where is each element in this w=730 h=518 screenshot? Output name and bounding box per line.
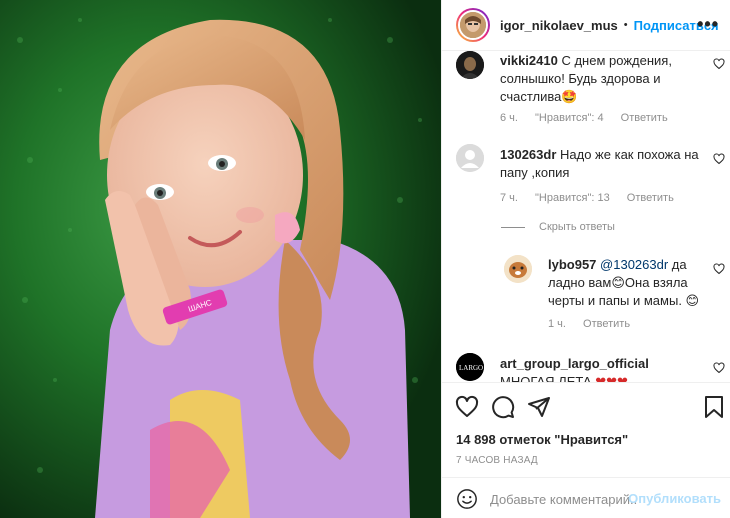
- comments-list: vikki2410 С днем рождения, солнышко! Буд…: [442, 51, 730, 382]
- smile-emoji-icon: 😊: [611, 275, 625, 290]
- comment-text: МНОГАЯ ЛЕТА: [500, 374, 592, 382]
- post-timestamp[interactable]: 7 ЧАСОВ НАЗАД: [456, 455, 538, 466]
- comment-item: 130263dr Надо же как похожа на папу ,коп…: [442, 144, 730, 224]
- like-comment-icon[interactable]: [713, 263, 725, 275]
- reply-button[interactable]: Ответить: [621, 112, 668, 124]
- post-actions-bar: [442, 382, 730, 430]
- save-bookmark-icon[interactable]: [702, 395, 726, 419]
- author-username[interactable]: igor_nikolaev_mus: [500, 18, 618, 33]
- comment-item: vikki2410 С днем рождения, солнышко! Буд…: [442, 51, 730, 131]
- post-comment-button[interactable]: Опубликовать: [628, 491, 721, 506]
- author-avatar[interactable]: [456, 8, 490, 42]
- girl-photo-illustration: ШАНС: [0, 0, 441, 518]
- comment-username[interactable]: vikki2410: [500, 53, 558, 68]
- like-comment-icon[interactable]: [713, 153, 725, 165]
- comment-time: 1 ч.: [548, 318, 566, 330]
- comment-time: 7 ч.: [500, 192, 518, 204]
- replies-divider: [501, 226, 525, 228]
- like-heart-icon[interactable]: [455, 395, 479, 419]
- like-comment-icon[interactable]: [713, 58, 725, 70]
- post-header: igor_nikolaev_mus • Подписаться •••: [442, 0, 730, 51]
- author-avatar-image: [460, 12, 486, 38]
- comment-mention[interactable]: @130263dr: [600, 257, 668, 272]
- comment-likes[interactable]: "Нравится": 13: [535, 192, 610, 204]
- reply-item: lybo957 @130263dr да ладно вам😊Она взяла…: [442, 255, 730, 335]
- hide-replies-label: Скрыть ответы: [539, 221, 615, 233]
- add-comment-bar: Опубликовать: [442, 477, 730, 518]
- emoji-picker-icon[interactable]: [456, 488, 478, 510]
- commenter-avatar-image: [504, 255, 532, 283]
- likes-count[interactable]: 14 898 отметок "Нравится": [456, 432, 628, 447]
- post-details-panel: igor_nikolaev_mus • Подписаться ••• vikk…: [441, 0, 730, 518]
- commenter-avatar-image: [456, 51, 484, 79]
- commenter-avatar[interactable]: [456, 51, 484, 79]
- comment-bubble-icon[interactable]: [491, 395, 515, 419]
- largo-logo-icon: LARGO: [456, 353, 484, 381]
- comment-username[interactable]: 130263dr: [500, 147, 556, 162]
- svg-text:LARGO: LARGO: [459, 364, 483, 372]
- reply-button[interactable]: Ответить: [627, 192, 674, 204]
- heart-emoji-icon: ❤❤❤: [595, 374, 628, 382]
- comment-item: LARGO art_group_largo_official МНОГАЯ ЛЕ…: [442, 353, 730, 382]
- share-send-icon[interactable]: [527, 395, 551, 419]
- commenter-avatar[interactable]: [456, 144, 484, 172]
- reply-button[interactable]: Ответить: [583, 318, 630, 330]
- smile-emoji-icon: 😊: [685, 293, 700, 308]
- post-photo[interactable]: ШАНС: [0, 0, 441, 518]
- comment-likes[interactable]: "Нравится": 4: [535, 112, 604, 124]
- more-options-icon[interactable]: •••: [697, 14, 719, 35]
- commenter-avatar[interactable]: LARGO: [456, 353, 484, 381]
- commenter-avatar[interactable]: [504, 255, 532, 283]
- like-comment-icon[interactable]: [713, 362, 725, 374]
- comment-username[interactable]: lybo957: [548, 257, 596, 272]
- default-avatar-icon: [456, 144, 484, 172]
- hide-replies-button[interactable]: Скрыть ответы: [501, 221, 615, 233]
- comment-username[interactable]: art_group_largo_official: [500, 356, 649, 371]
- comment-time: 6 ч.: [500, 112, 518, 124]
- comment-input[interactable]: [490, 488, 638, 510]
- separator-dot: •: [623, 19, 628, 31]
